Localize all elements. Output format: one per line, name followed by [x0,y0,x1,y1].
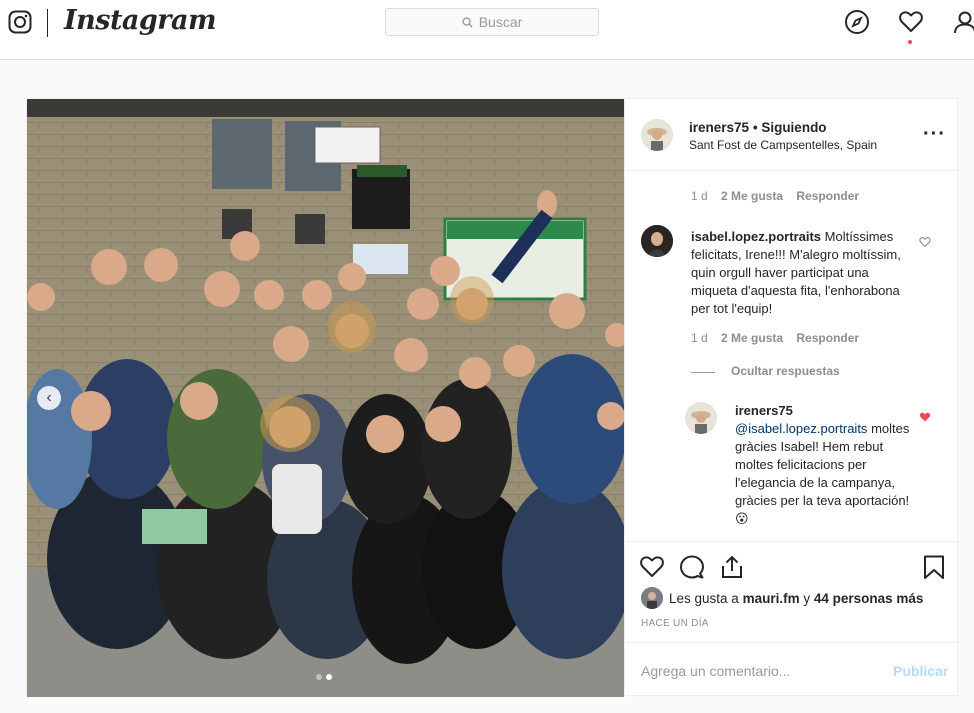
instagram-glyph-icon[interactable] [8,10,32,34]
save-bookmark-icon[interactable] [921,554,947,580]
commenter-avatar-image [641,225,673,257]
replies-line [691,372,715,373]
comment-meta: 1 d 2 Me gusta Responder [691,189,859,203]
more-options-icon[interactable]: ··· [923,123,946,146]
comment-reply-button[interactable]: Responder [796,189,859,203]
like-heart-icon[interactable] [639,554,665,580]
likes-summary: Les gusta a mauri.fm y 44 personas más [669,591,923,606]
comment-icon[interactable] [679,554,705,580]
post-photo[interactable]: ‹ [27,99,624,697]
commenter-avatar[interactable] [641,225,673,257]
search-placeholder: Buscar [478,14,523,30]
comment-username[interactable]: isabel.lopez.portraits [691,229,821,244]
post-header: ireners75 • Siguiendo Sant Fost de Camps… [625,99,959,171]
carousel-dot [316,674,322,680]
comment-likes[interactable]: 2 Me gusta [721,189,783,203]
post-author-username[interactable]: ireners75 [689,120,749,135]
carousel-dot-active [326,674,332,680]
reply-avatar-image [685,402,717,434]
likes-count-button[interactable]: 44 personas más [814,591,924,606]
liker-avatar-image [641,587,663,609]
carousel-indicator [316,674,332,680]
post-card: ‹ ireners75 • Siguiendo Sant Fost de Cam… [26,98,959,697]
post-date[interactable]: HACE UN DÍA [641,618,709,629]
comment-reply-button[interactable]: Responder [796,331,859,345]
profile-icon[interactable] [952,9,974,35]
follow-status-button[interactable]: Siguiendo [761,120,826,135]
comment-age[interactable]: 1 d [691,189,708,203]
reply-text: moltes gràcies Isabel! Hem rebut moltes … [735,421,910,526]
group-photo-image [27,99,624,697]
add-comment-bar: Agrega un comentario... Publicar [625,642,959,698]
explore-compass-icon[interactable] [844,9,870,35]
comment-meta: 1 d 2 Me gusta Responder [691,331,859,345]
publish-button[interactable]: Publicar [893,663,948,679]
search-icon [462,16,473,28]
comment-like-heart-icon[interactable] [919,236,931,248]
likes-mid: y [803,591,811,606]
reply-avatar[interactable] [685,402,717,434]
nav-divider [47,9,48,37]
reply-liked-heart-icon[interactable] [919,411,931,423]
comment-input[interactable]: Agrega un comentario... [641,663,790,679]
instagram-wordmark[interactable]: Instagram [64,5,217,36]
notification-dot [908,40,912,44]
likes-prefix: Les gusta a [669,591,739,606]
liker-username[interactable]: mauri.fm [743,591,800,606]
hide-replies-button[interactable]: Ocultar respuestas [731,364,840,378]
reply-mention-link[interactable]: @isabel.lopez.portraits [735,421,867,436]
search-box[interactable]: Buscar [385,8,599,36]
post-location[interactable]: Sant Fost de Campsentelles, Spain [689,138,877,152]
share-icon[interactable] [719,554,745,580]
reply-body: ireners75 @isabel.lopez.portraits moltes… [735,402,910,528]
post-side-panel: ireners75 • Siguiendo Sant Fost de Camps… [624,99,959,697]
activity-heart-icon[interactable] [898,9,924,35]
post-author[interactable]: ireners75 • Siguiendo [689,120,827,135]
avatar-image [641,119,673,151]
comment-likes[interactable]: 2 Me gusta [721,331,783,345]
liker-avatar[interactable] [641,587,663,609]
post-actions: Les gusta a mauri.fm y 44 personas más H… [625,541,959,697]
comment-age[interactable]: 1 d [691,331,708,345]
separator-dot: • [752,120,758,135]
comment-body: isabel.lopez.portraits Moltíssimes felic… [691,228,911,318]
carousel-prev-button[interactable]: ‹ [37,386,61,410]
top-navbar: Instagram Buscar [0,0,974,60]
comments-list[interactable]: 1 d 2 Me gusta Responder isabel.lopez.po… [625,171,959,541]
reply-username[interactable]: ireners75 [735,402,910,420]
avatar[interactable] [641,119,673,151]
